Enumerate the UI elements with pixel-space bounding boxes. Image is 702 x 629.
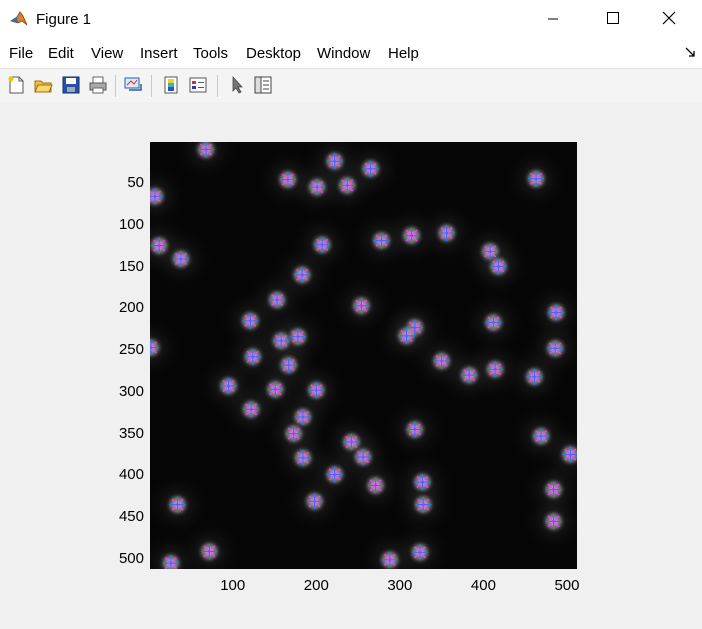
print-icon[interactable]: [86, 73, 110, 97]
minimize-button[interactable]: [530, 0, 576, 40]
y-tick-label: 50: [127, 173, 144, 191]
maximize-button[interactable]: [590, 0, 636, 40]
menu-edit[interactable]: Edit: [48, 45, 74, 62]
x-tick-label: 300: [387, 577, 413, 594]
menu-file[interactable]: File: [9, 45, 33, 62]
cell-detection-plot: [150, 142, 577, 569]
x-tick-label: 500: [554, 577, 580, 594]
window-title: Figure 1: [36, 11, 92, 28]
image-axes[interactable]: [150, 142, 577, 569]
open-file-icon[interactable]: [31, 73, 55, 97]
property-inspector-icon[interactable]: [251, 73, 275, 97]
close-button[interactable]: [646, 0, 692, 40]
y-tick-label: 100: [118, 215, 144, 233]
x-tick-label: 100: [220, 577, 246, 594]
menu-view[interactable]: View: [91, 45, 123, 62]
toolbar-separator: [217, 75, 218, 97]
link-plot-icon[interactable]: [121, 73, 145, 97]
minimize-icon: [547, 12, 559, 29]
insert-colorbar-icon[interactable]: [159, 73, 183, 97]
y-tick-label: 250: [118, 341, 144, 359]
toolbar-separator: [151, 75, 152, 97]
toolbar: [0, 68, 702, 103]
y-tick-label: 350: [118, 424, 144, 442]
menu-bar: File Edit View Insert Tools Desktop Wind…: [0, 40, 702, 68]
menu-window[interactable]: Window: [317, 45, 370, 62]
y-tick-label: 450: [118, 508, 144, 526]
title-bar: Figure 1: [0, 0, 702, 40]
save-icon[interactable]: [59, 73, 83, 97]
y-tick-label: 200: [118, 299, 144, 317]
close-icon: [662, 11, 676, 29]
dock-arrow-icon[interactable]: [685, 46, 695, 60]
menu-desktop[interactable]: Desktop: [246, 45, 301, 62]
y-tick-label: 400: [118, 466, 144, 484]
menu-insert[interactable]: Insert: [140, 45, 178, 62]
new-figure-icon[interactable]: [4, 73, 28, 97]
menu-help[interactable]: Help: [388, 45, 419, 62]
maximize-icon: [606, 11, 620, 29]
y-tick-label: 300: [118, 382, 144, 400]
y-tick-label: 500: [118, 549, 144, 567]
insert-legend-icon[interactable]: [186, 73, 210, 97]
y-tick-label: 150: [118, 257, 144, 275]
x-tick-label: 200: [303, 577, 329, 594]
x-tick-label: 400: [470, 577, 496, 594]
toolbar-separator: [115, 75, 116, 97]
matlab-icon: [10, 10, 28, 28]
edit-plot-pointer-icon[interactable]: [225, 73, 249, 97]
menu-tools[interactable]: Tools: [193, 45, 228, 62]
